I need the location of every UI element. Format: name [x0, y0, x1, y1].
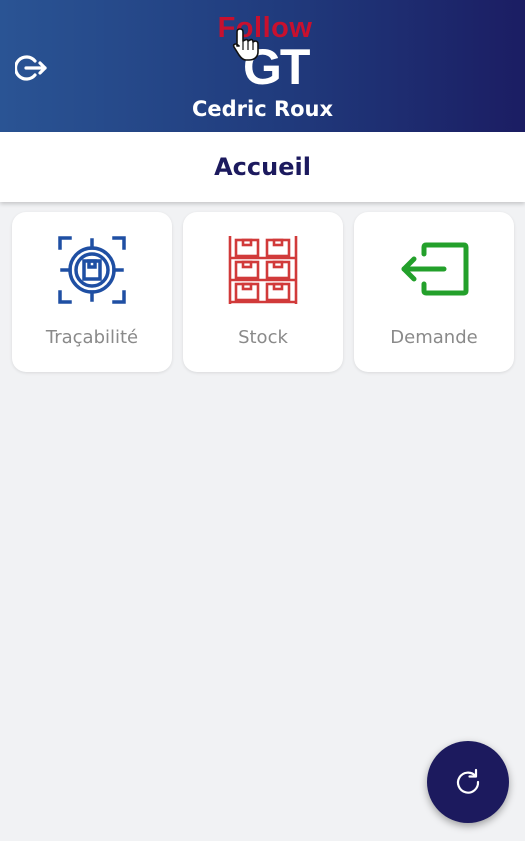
- refresh-button[interactable]: [427, 741, 509, 823]
- hand-cursor-icon: [232, 26, 262, 62]
- page-title: Accueil: [214, 153, 311, 181]
- tile-demande-label: Demande: [390, 327, 478, 348]
- user-name: Cedric Roux: [191, 97, 334, 121]
- tile-stock[interactable]: Stock: [183, 212, 343, 372]
- tile-demande[interactable]: Demande: [354, 212, 514, 372]
- page-title-bar: Accueil: [0, 132, 525, 202]
- request-exit-icon: [401, 242, 469, 296]
- app-logo: Follow GT: [205, 8, 325, 95]
- stock-shelves-icon: [228, 236, 298, 304]
- tile-stock-label: Stock: [238, 327, 288, 348]
- traceability-target-icon: [58, 236, 126, 304]
- refresh-icon: [456, 768, 480, 794]
- logout-icon[interactable]: [13, 53, 49, 83]
- tile-tracabilite[interactable]: Traçabilité: [12, 212, 172, 372]
- app-header: Follow GT Cedric Roux: [0, 0, 525, 132]
- tile-tracabilite-label: Traçabilité: [45, 327, 139, 348]
